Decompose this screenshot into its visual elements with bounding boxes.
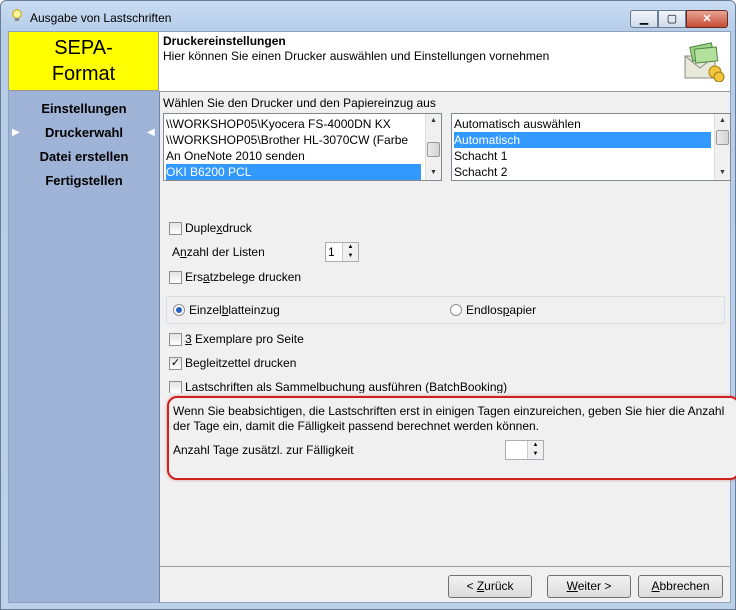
sammelbuchung-checkbox[interactable] [169,381,182,393]
cancel-button[interactable]: Abbrechen [638,575,723,598]
begleitzettel-checkbox[interactable]: ✓ [169,357,182,370]
stepper-up-icon[interactable]: ▲ [528,441,543,450]
endless-paper-label[interactable]: Endlospapier [466,303,536,317]
single-label-post: latteinzug [228,303,280,317]
sidebar-item-druckerwahl[interactable]: Druckerwahl [9,125,159,140]
lightbulb-icon [12,9,22,21]
stepper-buttons[interactable]: ▲ ▼ [342,243,358,261]
single-label-pre: Einzel [189,303,222,317]
three-copies-label[interactable]: 3 Exemplare pro Seite [185,332,304,346]
minimize-button[interactable]: ▁ [630,10,658,28]
duplex-label-pre: Duple [185,221,217,235]
lists-count-label: Anzahl der Listen [172,245,265,259]
ersatzbelege-checkbox[interactable] [169,271,182,284]
next-button-key: W [566,579,578,593]
duplex-label-post: druck [222,221,252,235]
lists-label-pre: A [172,245,181,259]
due-days-stepper[interactable]: ▲ ▼ [505,440,544,460]
page-subtitle: Hier können Sie einen Drucker auswählen … [163,49,550,63]
sammel-clip: Lastschriften als Sammelbuchung ausführe… [160,378,730,393]
button-bar-separator [160,566,730,567]
single-sheet-label[interactable]: Einzelblatteinzug [189,303,280,317]
back-button-pre: < [466,579,477,593]
endless-label-pre: Endlos [466,303,503,317]
lists-label-post: zahl der Listen [186,245,265,259]
stepper-down-icon[interactable]: ▼ [528,450,543,459]
wizard-sidebar: Einstellungen ▶ Druckerwahl ◀ Datei erst… [9,91,160,602]
tray-list-scrollbar[interactable]: ▲ ▼ [714,114,730,180]
list-item[interactable]: Schacht 2 [454,164,507,180]
cancel-button-post: bbrechen [659,579,710,593]
envelope-money-icon [684,42,725,82]
ersatz-label-pre: Ers [185,270,203,284]
stepper-up-icon[interactable]: ▲ [343,243,358,252]
scroll-thumb[interactable] [427,142,440,157]
lists-label-key: n [180,245,187,259]
three-copies-key: 3 [185,332,192,346]
single-sheet-radio[interactable] [173,304,185,316]
list-item-selected[interactable]: OKI B6200 PCL [166,164,421,180]
endless-paper-radio[interactable] [450,304,462,316]
three-copies-checkbox[interactable] [169,333,182,346]
scroll-down-icon[interactable]: ▼ [715,166,730,180]
duplex-label[interactable]: Duplexdruck [185,221,252,235]
due-days-label: Anzahl Tage zusätzl. zur Fälligkeit [173,443,354,457]
dialog-client: SEPA- Format Druckereinstellungen Hier k… [8,31,736,603]
printer-list-scrollbar[interactable]: ▲ ▼ [425,114,441,180]
sidebar-item-datei-erstellen[interactable]: Datei erstellen [9,149,159,164]
list-item[interactable]: \\WORKSHOP05\Kyocera FS-4000DN KX [166,116,391,132]
window-title: Ausgabe von Lastschriften [30,11,172,25]
due-days-info-box: Wenn Sie beabsichtigen, die Lastschrifte… [167,396,736,480]
active-step-right-arrow-icon: ◀ [147,127,155,138]
scroll-up-icon[interactable]: ▲ [715,114,730,128]
list-item[interactable]: Schacht 1 [454,148,507,164]
list-item[interactable]: \\WORKSHOP05\Brother HL-3070CW (Farbe [166,132,408,148]
back-button[interactable]: < Zurück [448,575,532,598]
logo-line-2: Format [51,63,116,85]
tray-listbox[interactable]: Automatisch auswählen Automatisch Schach… [451,113,731,181]
maximize-button[interactable]: ▢ [658,10,686,28]
back-button-post: urück [484,579,514,593]
three-copies-post: Exemplare pro Seite [191,332,304,346]
lists-count-value[interactable]: 1 [328,243,335,261]
scroll-thumb[interactable] [716,130,729,145]
sammelbuchung-label[interactable]: Lastschriften als Sammelbuchung ausführe… [185,380,507,393]
scroll-down-icon[interactable]: ▼ [426,166,441,180]
ersatz-label-key: a [203,270,210,284]
begleitzettel-label[interactable]: Begleitzettel drucken [185,356,296,370]
title-bar[interactable]: Ausgabe von Lastschriften ▁ ▢ ✕ [1,1,735,33]
page-header: Druckereinstellungen Hier können Sie ein… [159,32,730,92]
next-button-post: eiter > [577,579,612,593]
sepa-logo: SEPA- Format [9,32,159,91]
ersatz-label-post: tzbelege drucken [209,270,302,284]
due-days-info-text: Wenn Sie beabsichtigen, die Lastschrifte… [173,404,725,433]
logo-line-1: SEPA- [54,37,113,59]
lists-count-stepper[interactable]: 1 ▲ ▼ [325,242,359,262]
sidebar-item-fertigstellen[interactable]: Fertigstellen [9,173,159,188]
content-panel: Wählen Sie den Drucker und den Papierein… [160,91,736,566]
sidebar-item-einstellungen[interactable]: Einstellungen [9,101,159,116]
stepper-down-icon[interactable]: ▼ [343,252,358,261]
dialog-window: Ausgabe von Lastschriften ▁ ▢ ✕ SEPA- Fo… [0,0,736,610]
close-button[interactable]: ✕ [686,10,728,28]
duplex-checkbox[interactable] [169,222,182,235]
next-button[interactable]: Weiter > [547,575,631,598]
printer-select-label: Wählen Sie den Drucker und den Papierein… [163,96,436,110]
ersatzbelege-label[interactable]: Ersatzbelege drucken [185,270,301,284]
scroll-up-icon[interactable]: ▲ [426,114,441,128]
page-title: Druckereinstellungen [163,34,286,48]
stepper-buttons[interactable]: ▲ ▼ [527,441,543,459]
endless-label-post: apier [509,303,537,317]
printer-listbox[interactable]: \\WORKSHOP05\Kyocera FS-4000DN KX \\WORK… [163,113,442,181]
list-item[interactable]: Automatisch auswählen [454,116,581,132]
list-item-selected[interactable]: Automatisch [454,132,711,148]
list-item[interactable]: An OneNote 2010 senden [166,148,305,164]
